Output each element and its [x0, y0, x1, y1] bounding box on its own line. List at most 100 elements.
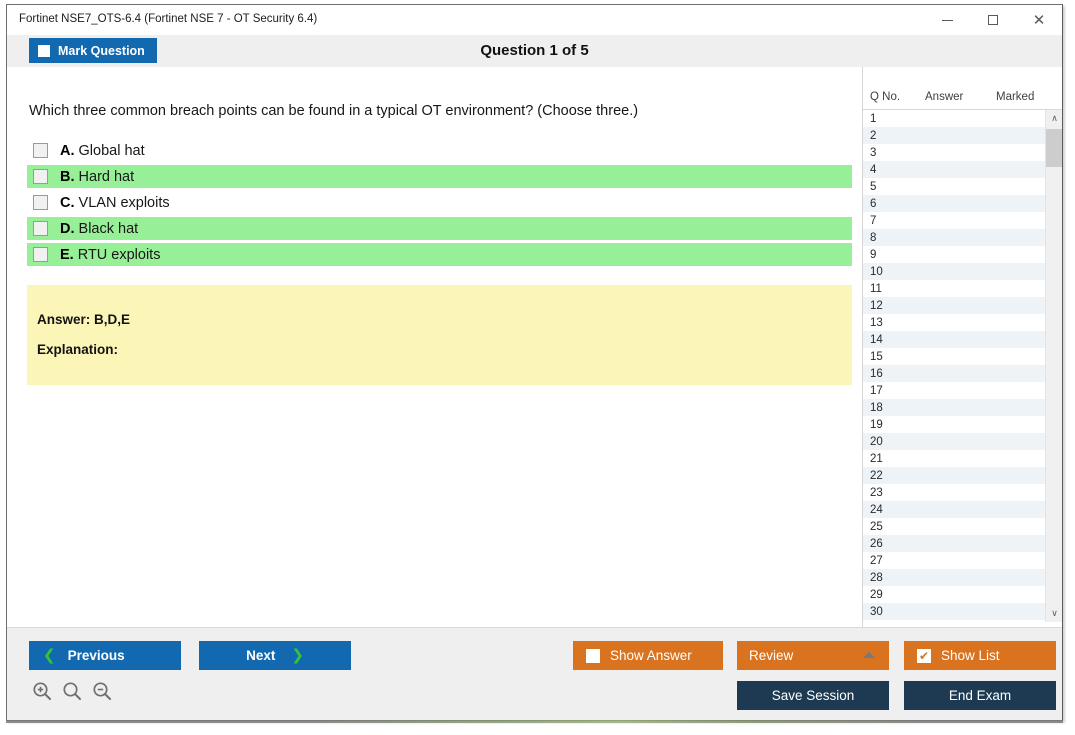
next-button[interactable]: Next ❯ [199, 641, 351, 670]
save-session-button[interactable]: Save Session [737, 681, 889, 710]
option-row-d[interactable]: D. Black hat [27, 217, 852, 240]
option-label-b: B. Hard hat [60, 169, 134, 185]
question-list-header: Q No. Answer Marked [863, 89, 1062, 110]
column-header-marked: Marked [996, 91, 1035, 103]
question-list-row[interactable]: 24 [863, 501, 1046, 518]
window-title: Fortinet NSE7_OTS-6.4 (Fortinet NSE 7 - … [19, 13, 318, 25]
show-answer-label: Show Answer [610, 648, 692, 663]
window-bottom-edge [6, 720, 1063, 723]
header-bar: Question 1 of 5 Mark Question [7, 35, 1062, 68]
question-list-row[interactable]: 27 [863, 552, 1046, 569]
zoom-in-icon[interactable] [31, 680, 53, 702]
question-number-cell: 8 [870, 231, 877, 244]
question-list-row[interactable]: 7 [863, 212, 1046, 229]
question-list-row[interactable]: 29 [863, 586, 1046, 603]
question-list-row[interactable]: 18 [863, 399, 1046, 416]
question-list-row[interactable]: 28 [863, 569, 1046, 586]
option-checkbox-e[interactable] [33, 247, 48, 262]
question-number-cell: 28 [870, 571, 883, 584]
question-list-row[interactable]: 26 [863, 535, 1046, 552]
question-number-cell: 24 [870, 503, 883, 516]
question-number-cell: 12 [870, 299, 883, 312]
question-list-row[interactable]: 11 [863, 280, 1046, 297]
option-row-e[interactable]: E. RTU exploits [27, 243, 852, 266]
question-list-row[interactable]: 6 [863, 195, 1046, 212]
question-list-row[interactable]: 30 [863, 603, 1046, 620]
close-button[interactable]: ✕ [1016, 5, 1062, 35]
option-letter-a: A. [60, 142, 75, 159]
question-list-scrollbar[interactable]: ∧ ∨ [1045, 110, 1062, 622]
question-number-cell: 10 [870, 265, 883, 278]
minimize-icon [941, 19, 953, 21]
question-list-row[interactable]: 13 [863, 314, 1046, 331]
zoom-reset-icon[interactable] [61, 680, 83, 702]
zoom-out-icon[interactable] [91, 680, 113, 702]
question-number-cell: 16 [870, 367, 883, 380]
show-answer-checkbox-icon [586, 648, 600, 663]
question-list-row[interactable]: 15 [863, 348, 1046, 365]
question-text: Which three common breach points can be … [29, 103, 639, 119]
end-exam-label: End Exam [948, 688, 1012, 703]
question-list-row[interactable]: 19 [863, 416, 1046, 433]
show-list-button[interactable]: ✔ Show List [904, 641, 1056, 670]
column-header-answer: Answer [925, 91, 964, 103]
question-list-row[interactable]: 3 [863, 144, 1046, 161]
end-exam-button[interactable]: End Exam [904, 681, 1056, 710]
chevron-left-icon: ❮ [43, 646, 56, 664]
question-list-row[interactable]: 4 [863, 161, 1046, 178]
question-number-cell: 30 [870, 605, 883, 618]
option-row-a[interactable]: A. Global hat [27, 139, 852, 162]
question-list-row[interactable]: 5 [863, 178, 1046, 195]
option-checkbox-b[interactable] [33, 169, 48, 184]
question-list-row[interactable]: 12 [863, 297, 1046, 314]
question-number-cell: 7 [870, 214, 877, 227]
option-label-e: E. RTU exploits [60, 247, 160, 263]
previous-button[interactable]: ❮ Previous [29, 641, 181, 670]
question-list-row[interactable]: 8 [863, 229, 1046, 246]
mark-question-label: Mark Question [58, 43, 145, 58]
review-dropdown-button[interactable]: Review [737, 641, 889, 670]
answer-value: Answer: B,D,E [37, 312, 131, 327]
question-number-cell: 2 [870, 129, 877, 142]
question-number-cell: 5 [870, 180, 877, 193]
question-list-row[interactable]: 20 [863, 433, 1046, 450]
question-list-row[interactable]: 14 [863, 331, 1046, 348]
question-list-body[interactable]: 1 2 3 4 5 6 7 8 9 10 11 12 13 14 15 16 17 18 19 20 21 22 23 24 2… [863, 110, 1046, 622]
option-row-b[interactable]: B. Hard hat [27, 165, 852, 188]
option-letter-e: E. [60, 246, 74, 263]
question-list-row[interactable]: 23 [863, 484, 1046, 501]
question-number-cell: 17 [870, 384, 883, 397]
answer-explanation-box: Answer: B,D,E Explanation: [27, 285, 852, 385]
scroll-down-icon[interactable]: ∨ [1046, 605, 1062, 622]
option-row-c[interactable]: C. VLAN exploits [27, 191, 852, 214]
option-checkbox-c[interactable] [33, 195, 48, 210]
question-list-row[interactable]: 9 [863, 246, 1046, 263]
option-label-c: C. VLAN exploits [60, 195, 170, 211]
option-text-c: VLAN exploits [78, 194, 170, 211]
review-label: Review [749, 648, 794, 663]
mark-question-button[interactable]: Mark Question [29, 38, 157, 63]
app-screenshot: Fortinet NSE7_OTS-6.4 (Fortinet NSE 7 - … [0, 0, 1075, 735]
question-list-row[interactable]: 16 [863, 365, 1046, 382]
question-number-cell: 27 [870, 554, 883, 567]
next-button-label: Next [246, 648, 276, 663]
minimize-button[interactable] [924, 5, 970, 35]
question-number-cell: 11 [870, 282, 882, 295]
question-number-cell: 29 [870, 588, 883, 601]
question-list-row[interactable]: 1 [863, 110, 1046, 127]
question-list-row[interactable]: 10 [863, 263, 1046, 280]
scrollbar-thumb[interactable] [1046, 129, 1062, 167]
option-checkbox-a[interactable] [33, 143, 48, 158]
question-list-row[interactable]: 17 [863, 382, 1046, 399]
option-checkbox-d[interactable] [33, 221, 48, 236]
question-list-row[interactable]: 22 [863, 467, 1046, 484]
question-number-cell: 21 [870, 452, 883, 465]
question-list-row[interactable]: 21 [863, 450, 1046, 467]
show-list-label: Show List [941, 648, 1000, 663]
question-number-cell: 19 [870, 418, 883, 431]
question-list-row[interactable]: 25 [863, 518, 1046, 535]
show-answer-button[interactable]: Show Answer [573, 641, 723, 670]
maximize-button[interactable] [970, 5, 1016, 35]
scroll-up-icon[interactable]: ∧ [1046, 110, 1062, 127]
question-list-row[interactable]: 2 [863, 127, 1046, 144]
